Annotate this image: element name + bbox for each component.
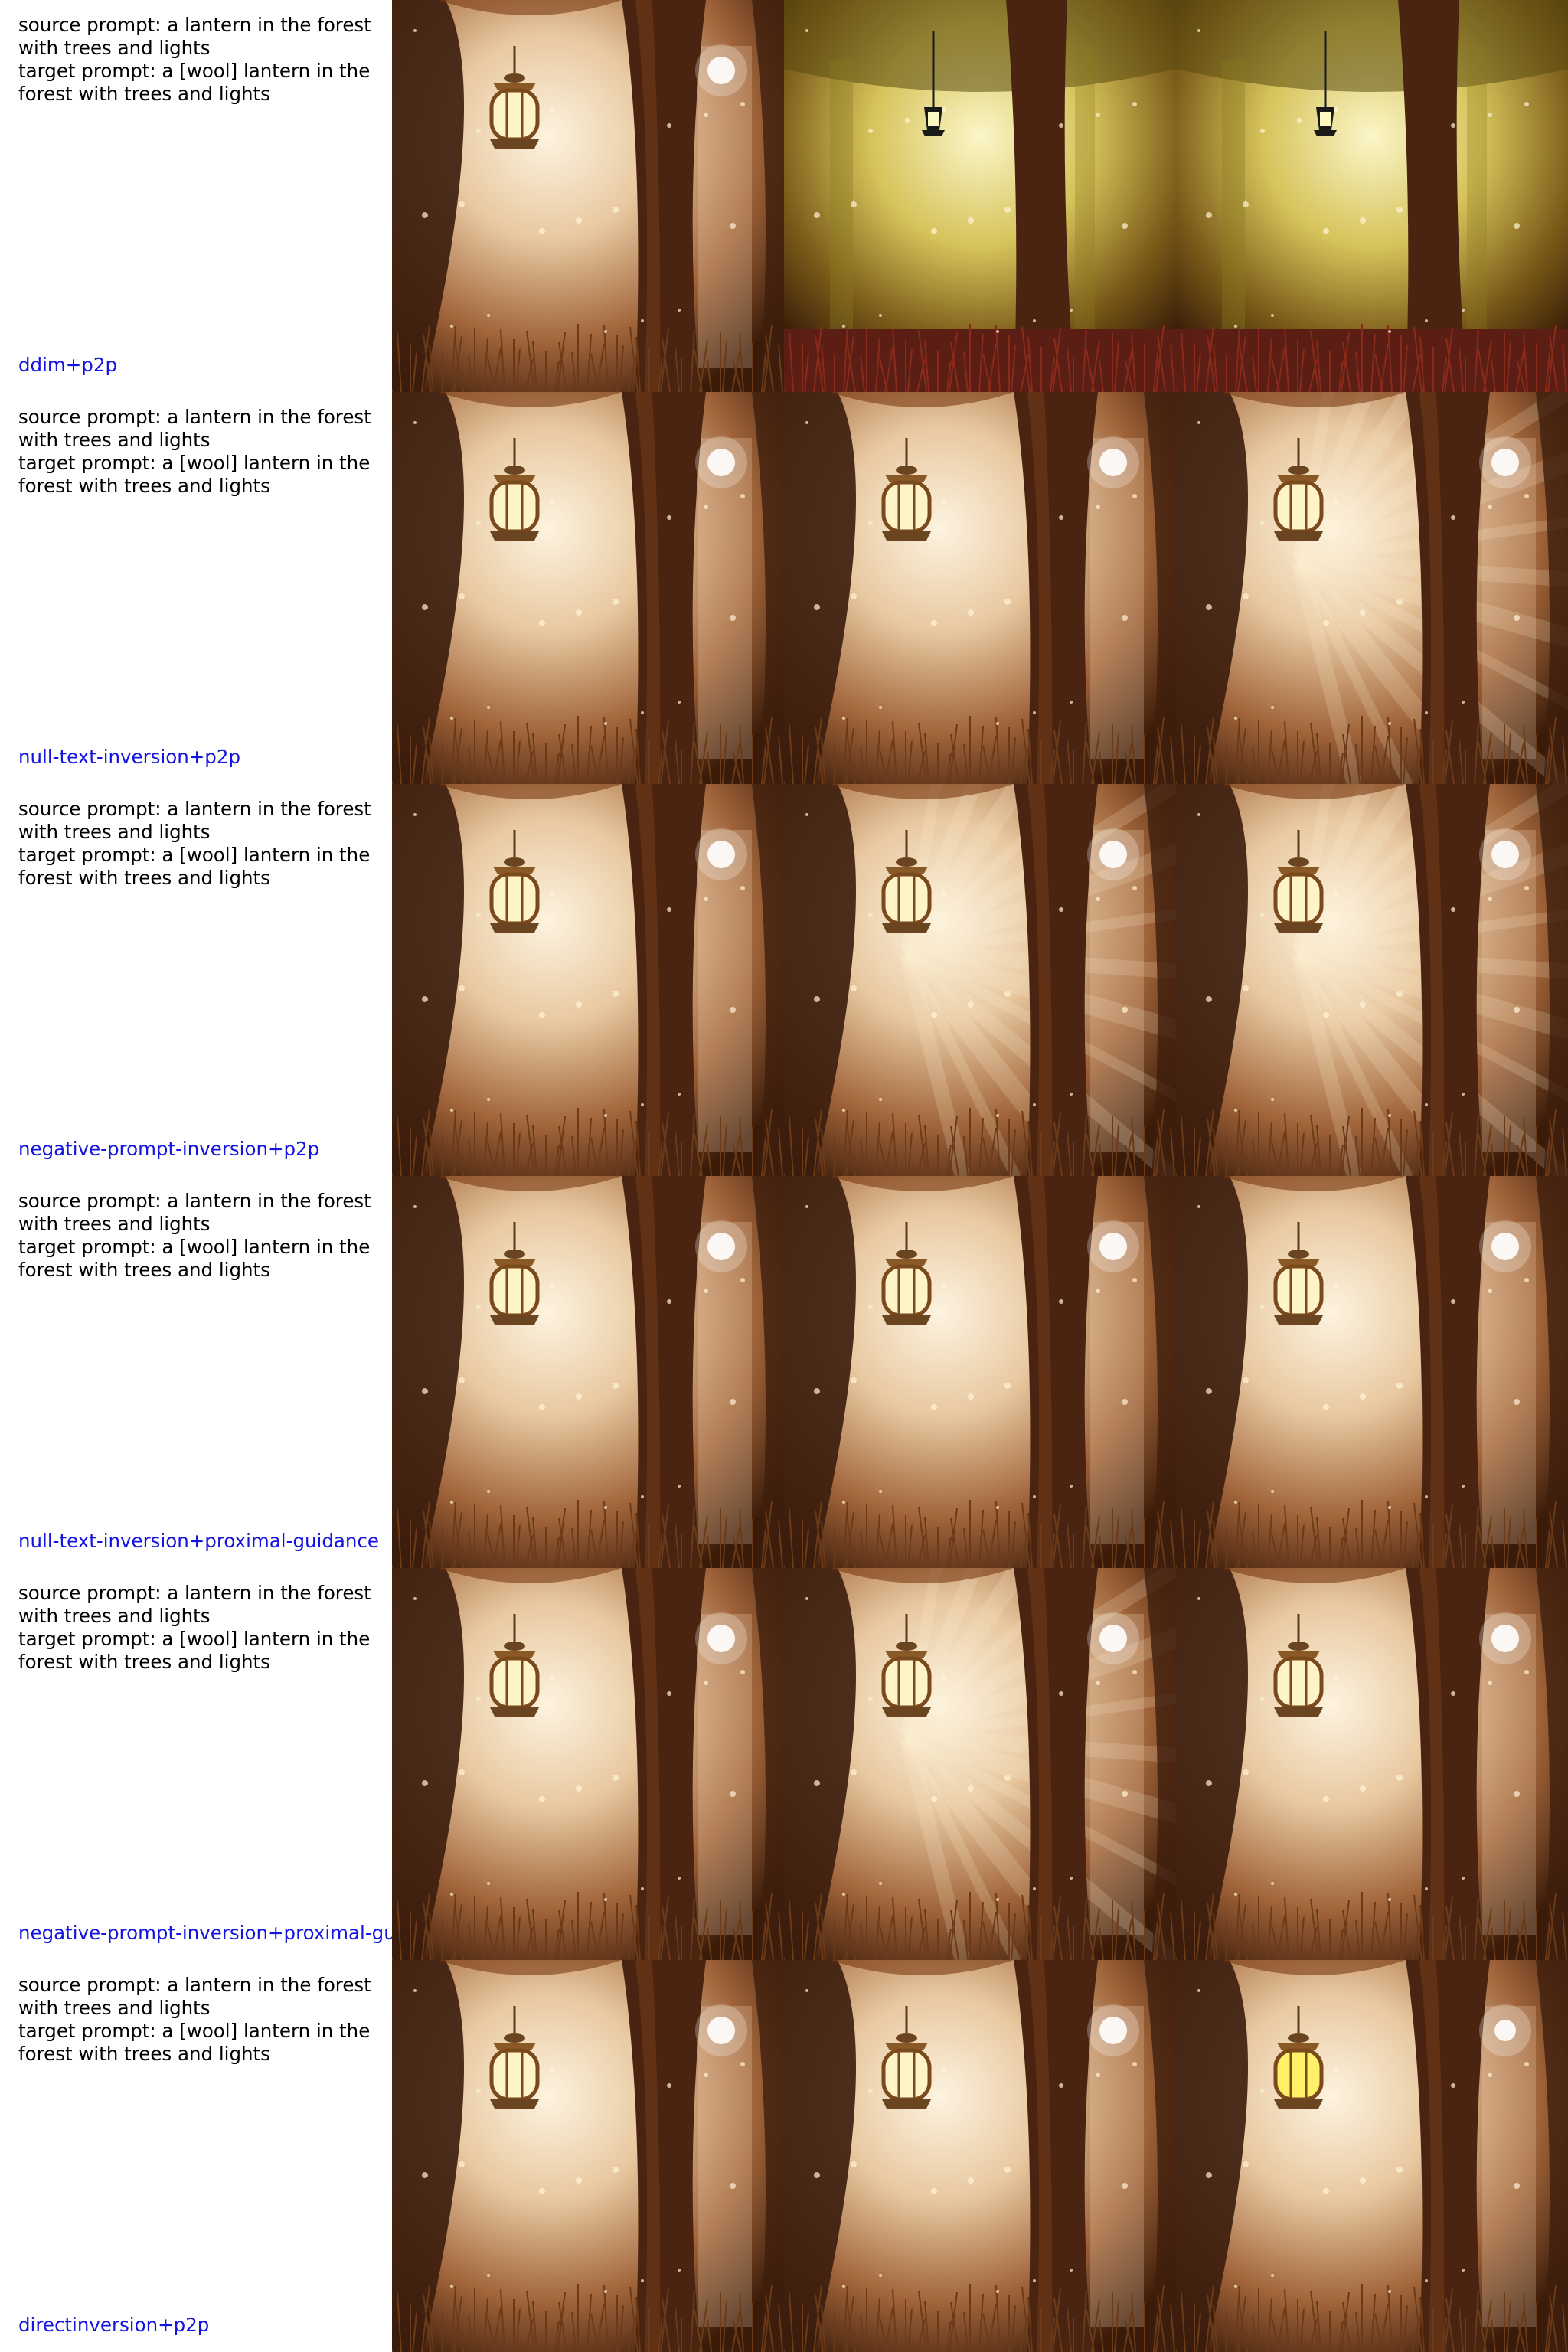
edited-image xyxy=(1176,1960,1568,2352)
row-label-panel: source prompt: a lantern in the forest w… xyxy=(0,0,392,392)
edited-image xyxy=(1176,1176,1568,1568)
result-row: source prompt: a lantern in the forest w… xyxy=(0,1176,1568,1568)
source-prompt: source prompt: a lantern in the forest w… xyxy=(18,406,377,451)
target-prompt: target prompt: a [wool] lantern in the f… xyxy=(18,60,377,105)
source-prompt: source prompt: a lantern in the forest w… xyxy=(18,1190,377,1235)
source-prompt: source prompt: a lantern in the forest w… xyxy=(18,14,377,59)
prompt-text: source prompt: a lantern in the forest w… xyxy=(18,1974,386,2066)
edited-image xyxy=(784,1176,1176,1568)
row-label-panel: source prompt: a lantern in the forest w… xyxy=(0,784,392,1176)
target-prompt: target prompt: a [wool] lantern in the f… xyxy=(18,452,377,497)
edited-image xyxy=(784,1960,1176,2352)
result-row: source prompt: a lantern in the forest w… xyxy=(0,1960,1568,2352)
method-label: ddim+p2p xyxy=(18,354,117,376)
source-image xyxy=(392,0,784,392)
prompt-text: source prompt: a lantern in the forest w… xyxy=(18,798,386,890)
result-row: source prompt: a lantern in the forest w… xyxy=(0,784,1568,1176)
result-row: source prompt: a lantern in the forest w… xyxy=(0,392,1568,784)
edited-image xyxy=(1176,0,1568,392)
prompt-text: source prompt: a lantern in the forest w… xyxy=(18,406,386,498)
prompt-text: source prompt: a lantern in the forest w… xyxy=(18,1582,386,1674)
comparison-grid: source prompt: a lantern in the forest w… xyxy=(0,0,1568,2352)
edited-image xyxy=(784,784,1176,1176)
source-image xyxy=(392,392,784,784)
edited-image xyxy=(1176,392,1568,784)
method-label: negative-prompt-inversion+proximal-guida… xyxy=(18,1922,392,1944)
row-label-panel: source prompt: a lantern in the forest w… xyxy=(0,1568,392,1960)
edited-image xyxy=(784,0,1176,392)
edited-image xyxy=(784,1568,1176,1960)
edited-image xyxy=(1176,784,1568,1176)
method-label: null-text-inversion+p2p xyxy=(18,746,240,768)
edited-image xyxy=(1176,1568,1568,1960)
result-row: source prompt: a lantern in the forest w… xyxy=(0,1568,1568,1960)
target-prompt: target prompt: a [wool] lantern in the f… xyxy=(18,844,377,889)
target-prompt: target prompt: a [wool] lantern in the f… xyxy=(18,1236,377,1281)
source-prompt: source prompt: a lantern in the forest w… xyxy=(18,1582,377,1627)
source-image xyxy=(392,784,784,1176)
source-prompt: source prompt: a lantern in the forest w… xyxy=(18,798,377,843)
source-image xyxy=(392,1960,784,2352)
target-prompt: target prompt: a [wool] lantern in the f… xyxy=(18,1628,377,1673)
target-prompt: target prompt: a [wool] lantern in the f… xyxy=(18,2020,377,2065)
row-label-panel: source prompt: a lantern in the forest w… xyxy=(0,1960,392,2352)
prompt-text: source prompt: a lantern in the forest w… xyxy=(18,1190,386,1282)
prompt-text: source prompt: a lantern in the forest w… xyxy=(18,14,386,106)
result-row: source prompt: a lantern in the forest w… xyxy=(0,0,1568,392)
method-label: directinversion+p2p xyxy=(18,2314,210,2336)
source-prompt: source prompt: a lantern in the forest w… xyxy=(18,1974,377,2019)
edited-image xyxy=(784,392,1176,784)
method-label: null-text-inversion+proximal-guidance xyxy=(18,1530,379,1552)
row-label-panel: source prompt: a lantern in the forest w… xyxy=(0,392,392,784)
source-image xyxy=(392,1176,784,1568)
row-label-panel: source prompt: a lantern in the forest w… xyxy=(0,1176,392,1568)
source-image xyxy=(392,1568,784,1960)
method-label: negative-prompt-inversion+p2p xyxy=(18,1138,320,1160)
